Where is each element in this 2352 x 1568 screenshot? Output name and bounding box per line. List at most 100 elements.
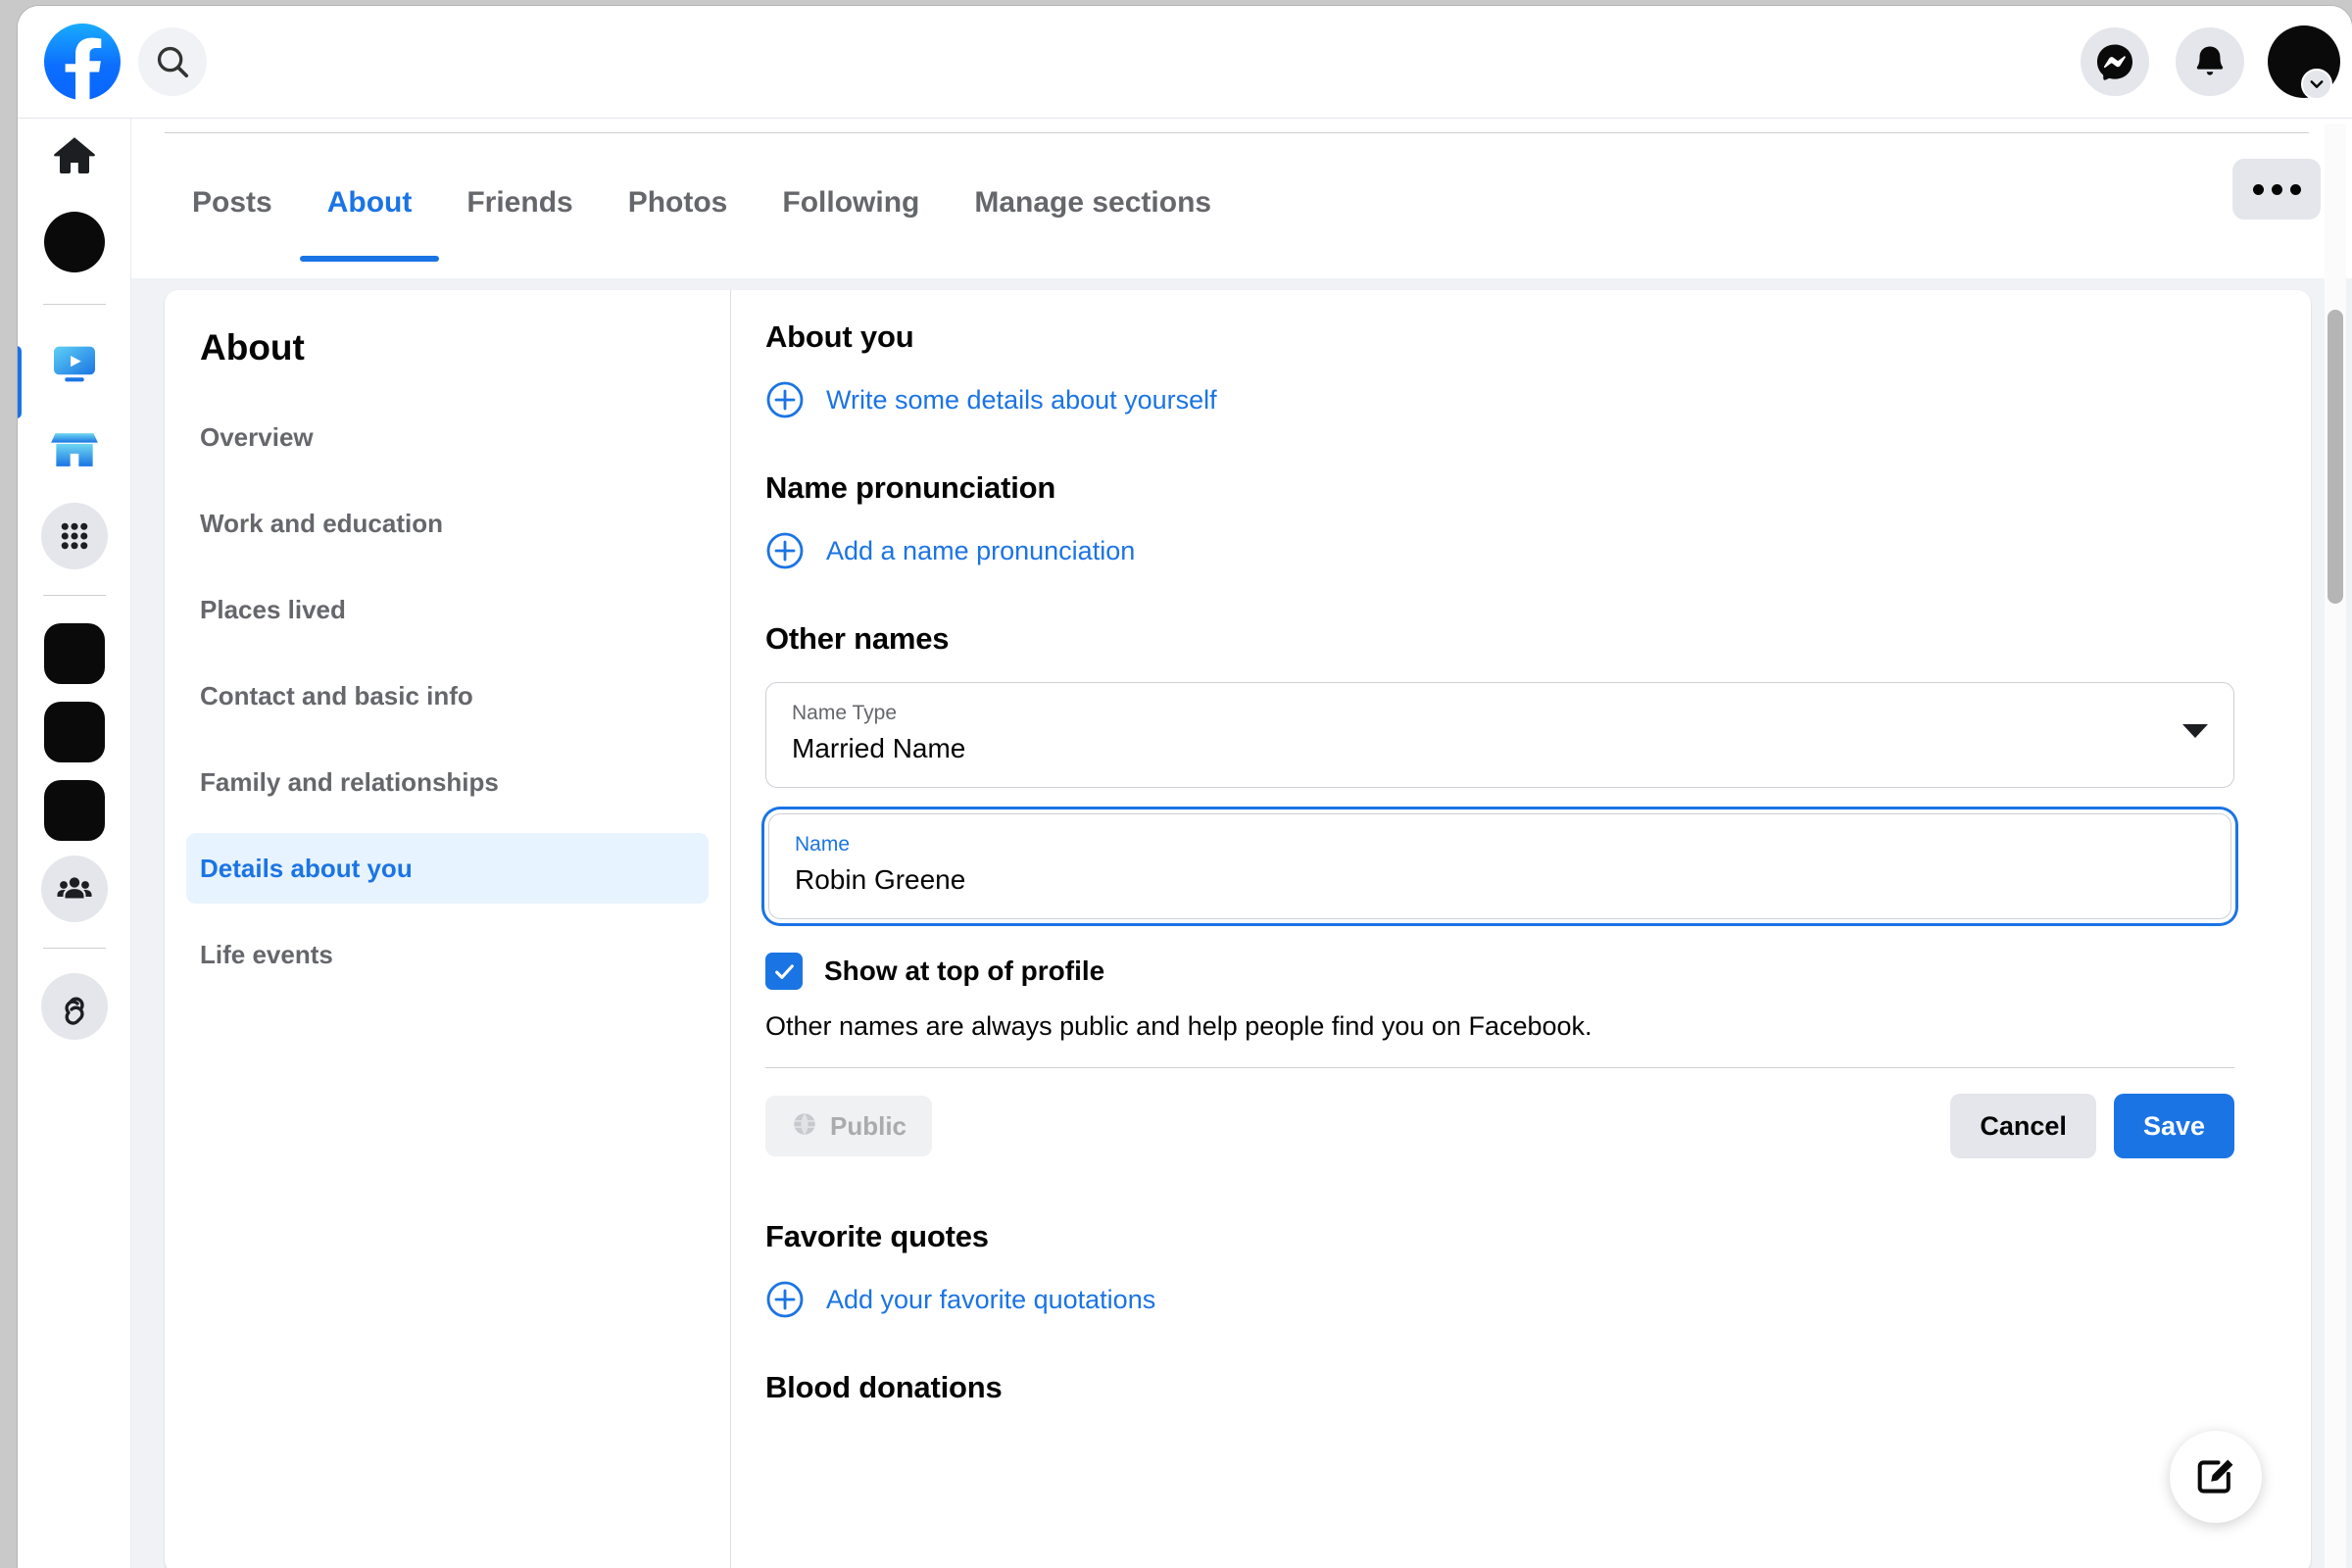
write-details-about-yourself-button[interactable]: Write some details about yourself <box>765 380 2234 419</box>
rail-item-link[interactable] <box>37 969 112 1044</box>
left-navigation-rail <box>18 119 131 1568</box>
about-nav-item-family-and-relationships[interactable]: Family and relationships <box>186 747 709 817</box>
other-names-privacy-note: Other names are always public and help p… <box>765 1011 2234 1042</box>
add-favorite-quotations-button[interactable]: Add your favorite quotations <box>765 1280 2234 1319</box>
about-card: About Overview Work and education Places… <box>165 290 2311 1568</box>
about-nav-item-label: Life events <box>200 940 333 970</box>
tab-posts[interactable]: Posts <box>165 144 300 262</box>
facebook-header-bar <box>18 6 2352 119</box>
about-nav-item-label: Overview <box>200 422 314 453</box>
about-nav-item-life-events[interactable]: Life events <box>186 919 709 990</box>
rail-item-shortcut-3[interactable] <box>37 773 112 848</box>
form-divider <box>765 1067 2234 1068</box>
rail-item-shortcut-2[interactable] <box>37 695 112 769</box>
ellipsis-icon-dot-1 <box>2253 184 2264 195</box>
details-about-you-content: About you Write some details about yours… <box>731 290 2311 1568</box>
audience-public-button[interactable]: Public <box>765 1096 932 1156</box>
rail-item-marketplace[interactable] <box>37 413 112 487</box>
rail-item-video[interactable] <box>37 326 112 401</box>
name-pronunciation-heading: Name pronunciation <box>765 470 2234 506</box>
about-nav-item-contact-and-basic-info[interactable]: Contact and basic info <box>186 661 709 731</box>
other-names-action-row: Public Cancel Save <box>765 1094 2234 1158</box>
name-type-label: Name Type <box>792 701 2208 726</box>
globe-icon <box>791 1110 818 1143</box>
add-name-pronunciation-label: Add a name pronunciation <box>826 536 1135 566</box>
video-icon <box>49 338 100 389</box>
write-details-label: Write some details about yourself <box>826 385 1217 416</box>
about-nav-item-work-and-education[interactable]: Work and education <box>186 488 709 559</box>
notifications-button[interactable] <box>2176 27 2244 96</box>
save-button-label: Save <box>2143 1111 2205 1142</box>
account-avatar[interactable] <box>2268 25 2340 98</box>
checkmark-icon <box>765 953 803 990</box>
about-nav-item-overview[interactable]: Overview <box>186 402 709 472</box>
about-nav-item-label: Work and education <box>200 509 443 539</box>
tab-about-label: About <box>327 186 413 220</box>
cancel-button[interactable]: Cancel <box>1950 1094 2096 1158</box>
caret-down-icon <box>2182 724 2208 738</box>
save-button[interactable]: Save <box>2114 1094 2234 1158</box>
audience-public-label: Public <box>830 1111 906 1142</box>
chevron-down-icon <box>2301 69 2332 100</box>
bell-icon <box>2191 43 2229 80</box>
about-nav-item-label: Family and relationships <box>200 767 499 798</box>
home-icon <box>51 132 98 179</box>
name-input-label: Name <box>795 832 2205 858</box>
favorite-quotes-heading: Favorite quotes <box>765 1219 2234 1254</box>
rail-divider-3 <box>43 948 106 949</box>
add-name-pronunciation-button[interactable]: Add a name pronunciation <box>765 531 2234 570</box>
cancel-button-label: Cancel <box>1980 1111 2067 1142</box>
rail-divider-2 <box>43 595 106 596</box>
about-nav-item-places-lived[interactable]: Places lived <box>186 574 709 645</box>
about-nav-item-details-about-you[interactable]: Details about you <box>186 833 709 904</box>
shortcut-one-icon <box>44 623 105 684</box>
compose-post-button[interactable] <box>2170 1431 2262 1523</box>
name-input[interactable]: Name Robin Greene <box>768 813 2231 919</box>
search-button[interactable] <box>138 27 207 96</box>
other-names-heading: Other names <box>765 621 2234 657</box>
plus-circle-icon <box>765 1280 805 1319</box>
about-nav-item-label: Contact and basic info <box>200 681 473 711</box>
tab-friends[interactable]: Friends <box>439 144 600 262</box>
marketplace-icon <box>49 424 100 475</box>
tab-manage-sections[interactable]: Manage sections <box>947 144 1239 262</box>
tab-photos[interactable]: Photos <box>601 144 756 262</box>
about-you-heading: About you <box>765 319 2234 355</box>
more-options-button[interactable] <box>2232 159 2321 220</box>
tab-about[interactable]: About <box>300 144 440 262</box>
rail-item-groups[interactable] <box>37 852 112 926</box>
name-input-value: Robin Greene <box>795 860 2205 900</box>
page-scrollbar-thumb[interactable] <box>2328 310 2343 604</box>
rail-item-profile[interactable] <box>37 205 112 279</box>
about-nav-item-label: Details about you <box>200 854 413 884</box>
facebook-logo-icon[interactable] <box>44 24 121 100</box>
plus-circle-icon <box>765 380 805 419</box>
tab-manage-sections-label: Manage sections <box>974 186 1211 220</box>
rail-item-shortcut-1[interactable] <box>37 616 112 691</box>
rail-divider-1 <box>43 304 106 305</box>
tab-photos-label: Photos <box>628 186 728 220</box>
page-scrollbar-track[interactable] <box>2325 123 2346 1568</box>
search-icon <box>154 43 191 80</box>
edit-square-icon <box>2193 1454 2238 1499</box>
shortcut-two-icon <box>44 702 105 762</box>
messenger-button[interactable] <box>2081 27 2149 96</box>
menu-grid-icon <box>57 518 92 554</box>
name-type-select[interactable]: Name Type Married Name <box>765 682 2234 788</box>
ellipsis-icon-dot-3 <box>2290 184 2301 195</box>
blood-donations-heading: Blood donations <box>765 1370 2234 1405</box>
rail-item-home[interactable] <box>37 119 112 193</box>
rail-active-indicator <box>18 346 22 418</box>
tab-following[interactable]: Following <box>755 144 947 262</box>
groups-icon <box>55 869 94 908</box>
tab-friends-label: Friends <box>466 186 572 220</box>
show-at-top-of-profile-checkbox[interactable]: Show at top of profile <box>765 953 2234 990</box>
tab-strip-divider <box>165 132 2309 133</box>
rail-item-menu[interactable] <box>37 499 112 573</box>
shortcut-three-icon <box>44 780 105 841</box>
about-nav-panel: About Overview Work and education Places… <box>165 290 731 1568</box>
add-favorite-quotations-label: Add your favorite quotations <box>826 1285 1155 1315</box>
link-icon <box>56 988 93 1025</box>
ellipsis-icon-dot-2 <box>2272 184 2282 195</box>
messenger-icon <box>2095 42 2134 81</box>
